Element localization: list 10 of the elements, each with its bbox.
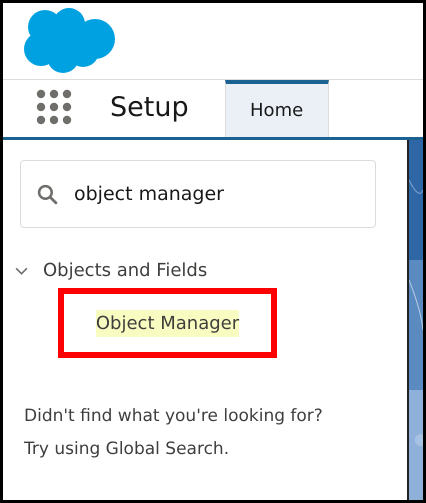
search-icon xyxy=(37,184,58,204)
tree-item[interactable]: Object Manager xyxy=(96,310,240,336)
search-query: object manager xyxy=(74,183,225,205)
tree-group-label[interactable]: Objects and Fields xyxy=(43,260,208,281)
search-field[interactable]: object manager xyxy=(20,160,376,228)
app-title: Setup xyxy=(110,91,189,125)
help-text: Try using Global Search. xyxy=(24,438,230,461)
app-launcher-icon[interactable] xyxy=(36,89,72,125)
help-text: Didn't find what you're looking for? xyxy=(24,405,324,428)
nav-tab[interactable]: Home xyxy=(224,80,329,137)
